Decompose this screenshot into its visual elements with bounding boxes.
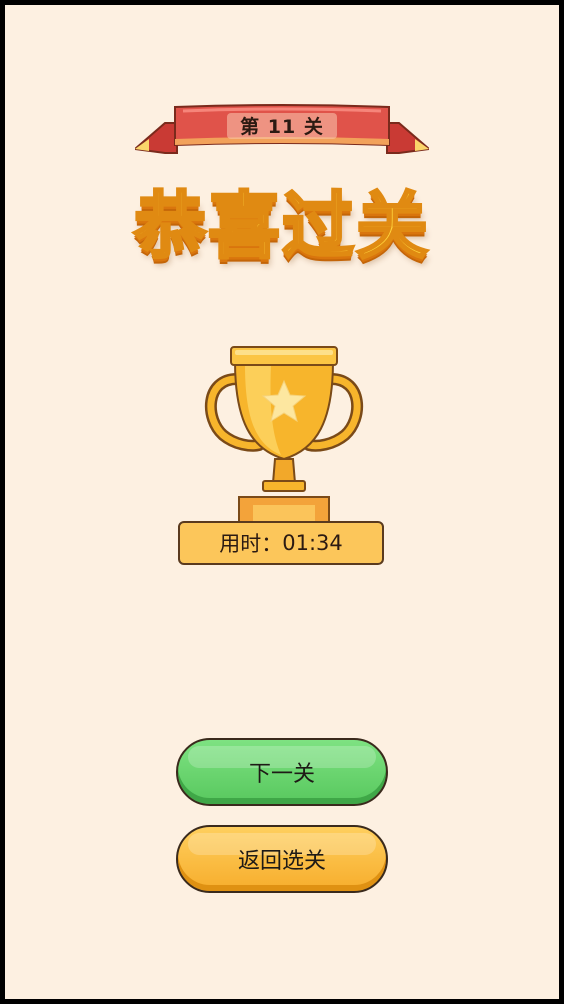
time-value: 01:34 [282, 531, 343, 555]
trophy-icon [204, 346, 364, 537]
level-complete-screen: 第 11 关 恭喜过关 用时： 01:34 下一关 返回选关 [5, 5, 559, 999]
back-to-levels-label: 返回选关 [237, 849, 326, 874]
time-label: 用时： [219, 532, 283, 556]
time-badge: 用时： 01:34 [178, 521, 384, 565]
next-level-button[interactable]: 下一关 [176, 738, 388, 806]
level-label: 第 11 关 [240, 116, 324, 138]
congrats-title: 恭喜过关 [132, 183, 430, 270]
back-to-levels-button[interactable]: 返回选关 [176, 825, 388, 893]
next-level-label: 下一关 [248, 762, 315, 787]
